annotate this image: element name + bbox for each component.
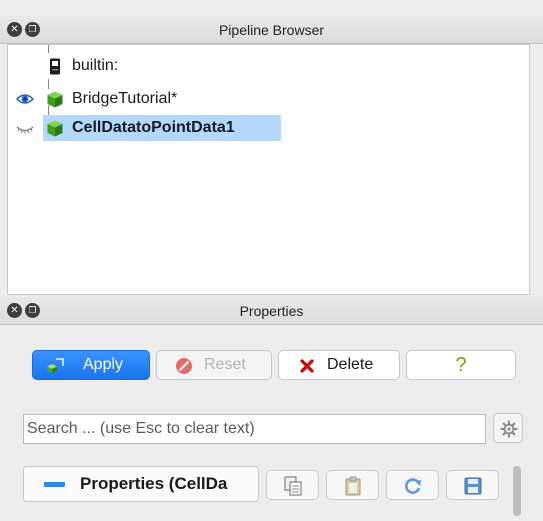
pipeline-tree[interactable]: builtin: BridgeTutorial* CellDatatoPoint… (7, 44, 530, 295)
save-defaults-button[interactable] (446, 470, 499, 500)
help-icon: ? (455, 354, 467, 376)
pipeline-item-celldatatopointdata1[interactable]: CellDatatoPointData1 (8, 115, 528, 141)
eye-visible-icon[interactable] (16, 93, 34, 105)
paste-icon (345, 476, 361, 496)
copy-icon (284, 476, 302, 496)
reset-icon (176, 358, 192, 374)
reset-button[interactable]: Reset (156, 350, 272, 380)
gear-icon (500, 420, 518, 438)
pipeline-browser-title: Pipeline Browser (218, 22, 325, 38)
paste-properties-button[interactable] (326, 470, 379, 500)
delete-button[interactable]: Delete (278, 350, 400, 380)
server-icon (50, 58, 60, 75)
help-button[interactable]: ? (406, 350, 516, 380)
apply-label: Apply (83, 356, 124, 373)
pipeline-item-label: CellDatatoPointData1 (72, 119, 235, 136)
advanced-settings-button[interactable] (493, 413, 523, 443)
properties-search-input[interactable] (23, 414, 486, 444)
apply-icon (47, 358, 64, 373)
apply-button[interactable]: Apply (32, 350, 150, 380)
pipeline-item-label: BridgeTutorial* (72, 90, 178, 107)
refresh-icon (405, 478, 421, 494)
scrollbar-thumb[interactable] (513, 466, 521, 516)
copy-properties-button[interactable] (266, 470, 319, 500)
properties-section-label: Properties (CellDa (80, 474, 228, 493)
delete-label: Delete (327, 356, 374, 373)
pipeline-item-label: builtin: (72, 57, 119, 74)
source-cube-icon (47, 91, 63, 108)
tree-connector (48, 45, 49, 53)
properties-header: ✕ ❐ Properties (0, 297, 543, 325)
pipeline-item-builtin[interactable]: builtin: (8, 53, 528, 79)
properties-title: Properties (239, 303, 304, 319)
pipeline-browser-header: ✕ ❐ Pipeline Browser (0, 16, 543, 44)
collapse-minus-icon (44, 482, 65, 487)
properties-section-toggle[interactable]: Properties (CellDa (23, 466, 259, 502)
pipeline-item-bridgetutorial[interactable]: BridgeTutorial* (8, 86, 528, 112)
restore-defaults-button[interactable] (386, 470, 439, 500)
eye-hidden-icon[interactable] (16, 122, 34, 134)
properties-scrollbar[interactable] (509, 462, 525, 521)
save-icon (464, 477, 482, 495)
reset-label: Reset (204, 356, 246, 373)
filter-cube-icon (47, 120, 63, 137)
delete-x-icon (300, 359, 314, 373)
